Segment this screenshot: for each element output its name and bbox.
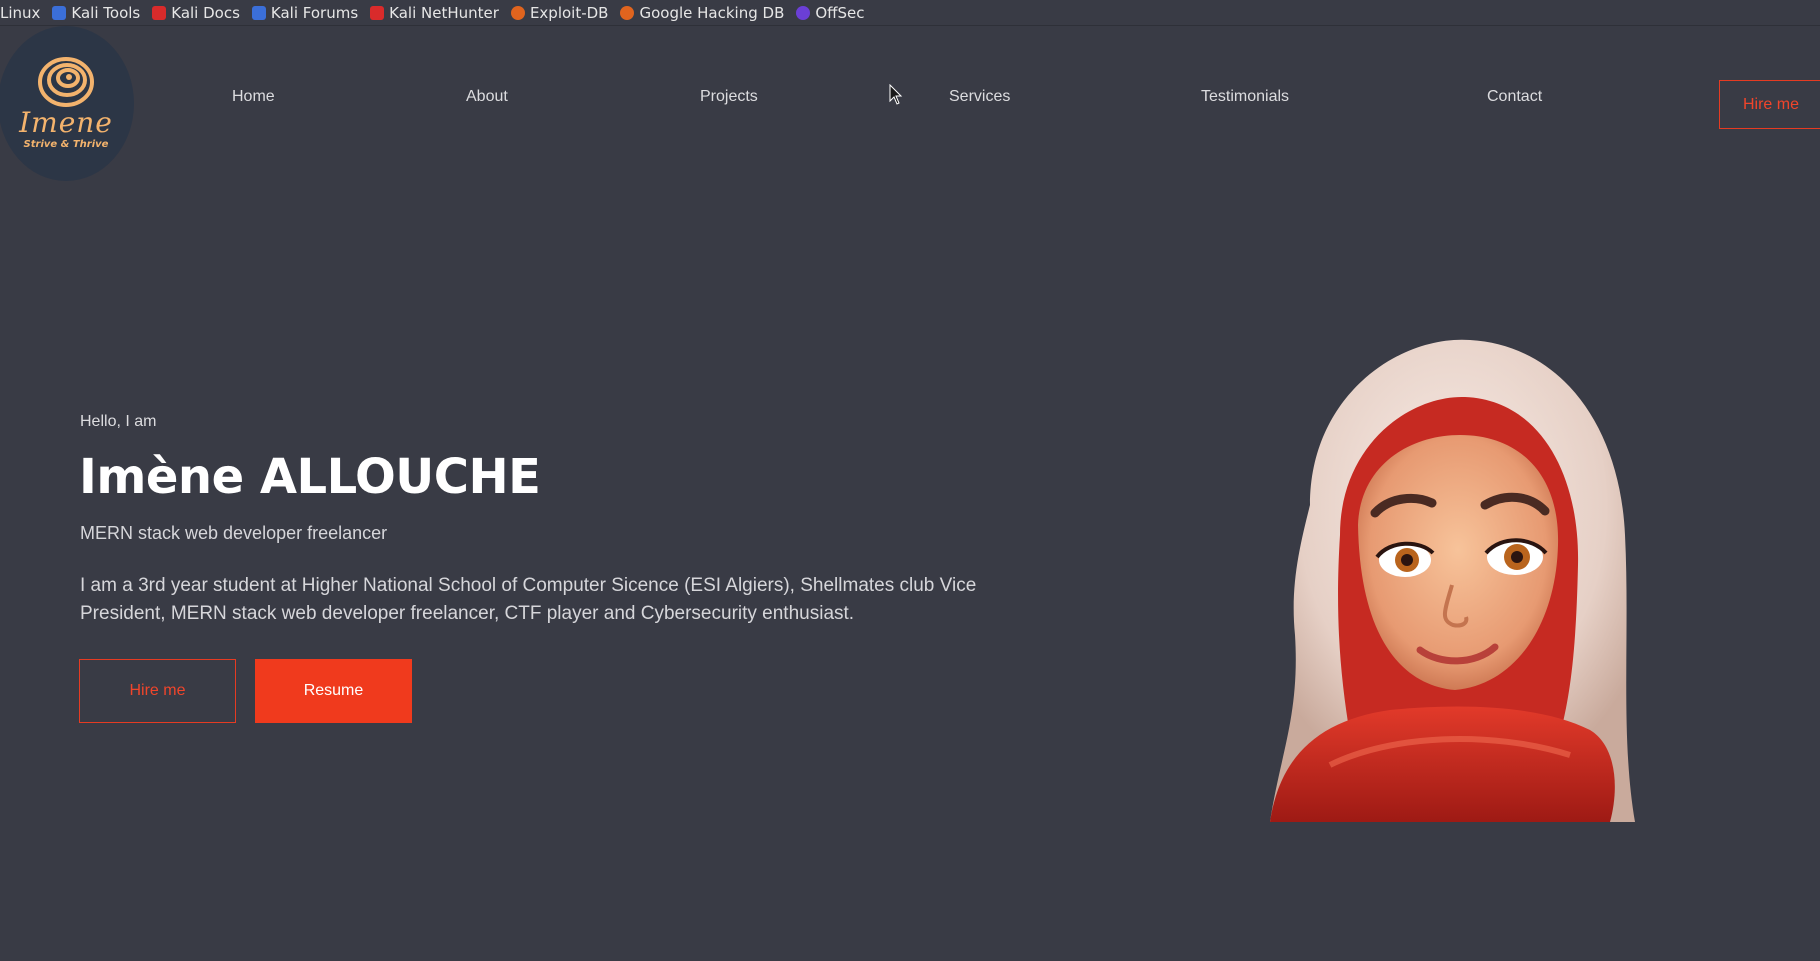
bookmarks-bar: Linux Kali Tools Kali Docs Kali Forums K… [0,0,1820,26]
kali-nethunter-icon [370,5,385,20]
bookmark-label: Kali Forums [270,3,359,22]
hero-greeting: Hello, I am [80,413,157,430]
bookmark-label: Kali Docs [171,3,240,22]
kali-forums-icon [251,5,266,20]
resume-button[interactable]: Resume [255,659,412,723]
nav-about[interactable]: About [466,88,508,106]
bookmark-label: Google Hacking DB [639,3,785,22]
nav-contact[interactable]: Contact [1487,88,1542,106]
hero-name: Imène ALLOUCHE [79,449,541,505]
bookmark-label: OffSec [815,3,865,22]
bookmark-kali-forums[interactable]: Kali Forums [251,0,370,25]
bookmark-kali-docs[interactable]: Kali Docs [152,0,252,25]
bookmark-label: Exploit-DB [529,3,609,22]
bookmark-google-hacking-db[interactable]: Google Hacking DB [620,0,796,25]
bookmark-kali-nethunter[interactable]: Kali NetHunter [370,0,511,25]
avatar [1270,339,1635,822]
bookmark-kali-tools[interactable]: Kali Tools [52,0,152,25]
logo-tagline: Strive & Thrive [23,139,109,150]
bookmark-exploit-db[interactable]: Exploit-DB [510,0,621,25]
main-nav: Home About Projects Services Testimonial… [0,88,1820,118]
bookmark-label: Kali NetHunter [389,3,499,22]
nav-services[interactable]: Services [949,88,1010,106]
hire-me-button[interactable]: Hire me [79,659,236,723]
exploit-db-icon [510,5,525,20]
hero-description: I am a 3rd year student at Higher Nation… [80,575,977,624]
offsec-icon [796,5,811,20]
mouse-cursor-icon [889,84,903,105]
kali-docs-icon [152,5,167,20]
google-hacking-db-icon [620,5,635,20]
bookmark-linux[interactable]: Linux [0,0,52,25]
bookmark-label: Linux [0,3,41,22]
nav-testimonials[interactable]: Testimonials [1201,88,1289,106]
hero-role: MERN stack web developer freelancer [80,523,388,543]
bookmark-offsec[interactable]: OffSec [796,0,876,25]
kali-tools-icon [52,5,67,20]
nav-projects[interactable]: Projects [700,88,758,106]
bookmark-label: Kali Tools [71,3,141,22]
nav-home[interactable]: Home [232,88,275,106]
nav-hire-me-button[interactable]: Hire me [1719,80,1820,129]
